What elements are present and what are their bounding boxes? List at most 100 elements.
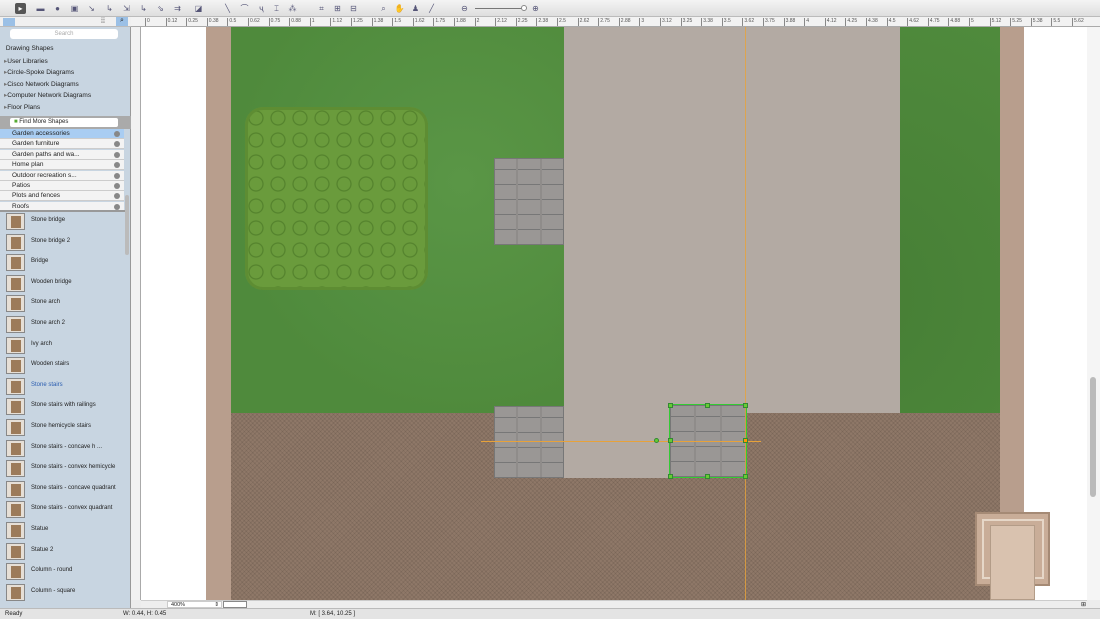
zoom-select[interactable]: 400% ⇕: [167, 601, 222, 608]
find-more-shapes-button[interactable]: ■ Find More Shapes: [10, 118, 118, 127]
line-tool-icon[interactable]: ╲: [222, 3, 233, 14]
selection-handle[interactable]: [668, 403, 673, 408]
shape-item[interactable]: Stone arch: [6, 294, 124, 314]
polyline-tool-icon[interactable]: ҷ: [256, 3, 267, 14]
selection-handle[interactable]: [743, 403, 748, 408]
ruler-tick: 1.12: [330, 18, 342, 26]
search-input[interactable]: Search: [10, 29, 118, 39]
sidebar-scrollbar[interactable]: [125, 45, 130, 605]
group-icon[interactable]: ⊞: [332, 3, 343, 14]
library-item[interactable]: Outdoor recreation s...: [0, 170, 124, 181]
shape-item[interactable]: Column - square: [6, 583, 124, 603]
connector-menu-icon[interactable]: ⇉: [172, 3, 183, 14]
text-tool-icon[interactable]: ▣: [69, 3, 80, 14]
close-library-icon[interactable]: [114, 183, 120, 189]
hand-tool-icon[interactable]: ✋: [394, 3, 405, 14]
library-item[interactable]: Plots and fences: [0, 191, 124, 202]
stone-stairs-upper[interactable]: [494, 158, 564, 245]
shape-item[interactable]: Stone bridge: [6, 212, 124, 232]
tree-view-icon[interactable]: [3, 18, 15, 26]
zoom-in-icon[interactable]: ⊕: [530, 3, 541, 14]
shape-label: Column - round: [31, 567, 73, 574]
rotation-handle[interactable]: [654, 438, 659, 443]
page-navigator[interactable]: [223, 601, 247, 608]
shape-item[interactable]: Stone arch 2: [6, 315, 124, 335]
shape-item[interactable]: Stone stairs - concave h ...: [6, 439, 124, 459]
close-library-icon[interactable]: [114, 203, 120, 210]
left-wall: [206, 27, 231, 600]
selection-handle[interactable]: [743, 474, 748, 479]
shape-item[interactable]: Stone stairs - convex quadrant: [6, 500, 124, 520]
pointer-tool-icon[interactable]: ▸: [15, 3, 26, 14]
zoom-tool-icon[interactable]: ⌕: [378, 3, 389, 14]
shape-item[interactable]: Bridge: [6, 253, 124, 273]
library-item[interactable]: Patios: [0, 181, 124, 191]
ungroup-icon[interactable]: ⊟: [348, 3, 359, 14]
stone-stairs-lower[interactable]: [494, 406, 564, 478]
ruler-tick: 1.88: [454, 18, 466, 26]
selection-handle[interactable]: [705, 474, 710, 479]
freehand-tool-icon[interactable]: ⁂: [287, 3, 298, 14]
selection-handle[interactable]: [668, 438, 673, 443]
zoom-out-icon[interactable]: ⊖: [459, 3, 470, 14]
close-library-icon[interactable]: [114, 151, 120, 158]
shape-item[interactable]: Stone stairs: [6, 377, 124, 397]
stamp-tool-icon[interactable]: ♟: [410, 3, 421, 14]
library-item[interactable]: Garden paths and wa...: [0, 149, 124, 160]
close-library-icon[interactable]: [114, 162, 120, 169]
tree-item[interactable]: Drawing Shapes: [4, 45, 54, 52]
zoom-slider-thumb[interactable]: [521, 5, 527, 11]
selection-handle[interactable]: [705, 403, 710, 408]
ellipse-tool-icon[interactable]: ●: [52, 3, 63, 14]
shape-item[interactable]: Stone stairs - concave quadrant: [6, 480, 124, 500]
arc-tool-icon[interactable]: ⌒: [239, 3, 250, 14]
close-library-icon[interactable]: [114, 131, 120, 137]
ruler-tick: 3.38: [701, 18, 713, 26]
tree-item[interactable]: ▸Floor Plans: [4, 103, 40, 111]
shape-item[interactable]: Column - round: [6, 562, 124, 582]
bezier-tool-icon[interactable]: ⌶: [271, 3, 282, 14]
tree-item[interactable]: ▸Computer Network Diagrams: [4, 91, 91, 99]
insert-icon[interactable]: ◪: [193, 3, 204, 14]
eyedropper-icon[interactable]: ╱: [426, 3, 437, 14]
close-library-icon[interactable]: [114, 172, 120, 179]
shape-item[interactable]: Stone stairs with railings: [6, 397, 124, 417]
vertical-scrollbar[interactable]: [1087, 27, 1100, 600]
close-library-icon[interactable]: [114, 193, 120, 200]
shape-item[interactable]: Ivy arch: [6, 336, 124, 356]
library-item[interactable]: Garden furniture: [0, 139, 124, 150]
ruler-tick: 0.38: [206, 18, 219, 26]
shape-item[interactable]: Wooden bridge: [6, 274, 124, 294]
library-item[interactable]: Home plan: [0, 160, 124, 171]
drawing-canvas[interactable]: [141, 27, 1087, 600]
grid-view-icon[interactable]: ⁞⁞: [101, 18, 105, 25]
connector-tool-icon[interactable]: ↘: [86, 3, 97, 14]
shape-item[interactable]: Stone bridge 2: [6, 233, 124, 253]
library-item[interactable]: Garden accessories: [0, 129, 124, 139]
ruler-tick: 0.62: [248, 18, 260, 26]
zoom-slider[interactable]: [475, 5, 527, 11]
search-toggle-icon[interactable]: ⌕: [116, 17, 128, 26]
selection-handle[interactable]: [743, 438, 748, 443]
tree-item[interactable]: ▸User Libraries: [4, 57, 48, 65]
connector-tool-3-icon[interactable]: ⇘: [155, 3, 166, 14]
tree-item[interactable]: ▸Circle-Spoke Diagrams: [4, 68, 74, 76]
shape-item[interactable]: Stone stairs - convex hemicycle: [6, 459, 124, 479]
shape-label: Stone stairs with railings: [31, 402, 96, 409]
shape-item[interactable]: Stone hemicycle stairs: [6, 418, 124, 438]
close-library-icon[interactable]: [114, 141, 120, 148]
snap-icon[interactable]: ⌗: [316, 3, 327, 14]
selection-handle[interactable]: [668, 474, 673, 479]
hedge-shrub[interactable]: [245, 107, 428, 290]
ruler-tick: 3.5: [721, 18, 731, 26]
shape-item[interactable]: Statue: [6, 521, 124, 541]
shape-item[interactable]: Statue 2: [6, 542, 124, 562]
tree-item[interactable]: ▸Cisco Network Diagrams: [4, 80, 79, 88]
driveway: [564, 27, 900, 413]
shape-item[interactable]: Wooden stairs: [6, 356, 124, 376]
fit-page-icon[interactable]: ⊞: [1081, 601, 1086, 608]
connector-tool-2-icon[interactable]: ↳: [138, 3, 149, 14]
rectangle-tool-icon[interactable]: ▬: [35, 3, 46, 14]
orthogonal-connector-icon[interactable]: ⇲: [121, 3, 132, 14]
curved-connector-icon[interactable]: ↳: [104, 3, 115, 14]
